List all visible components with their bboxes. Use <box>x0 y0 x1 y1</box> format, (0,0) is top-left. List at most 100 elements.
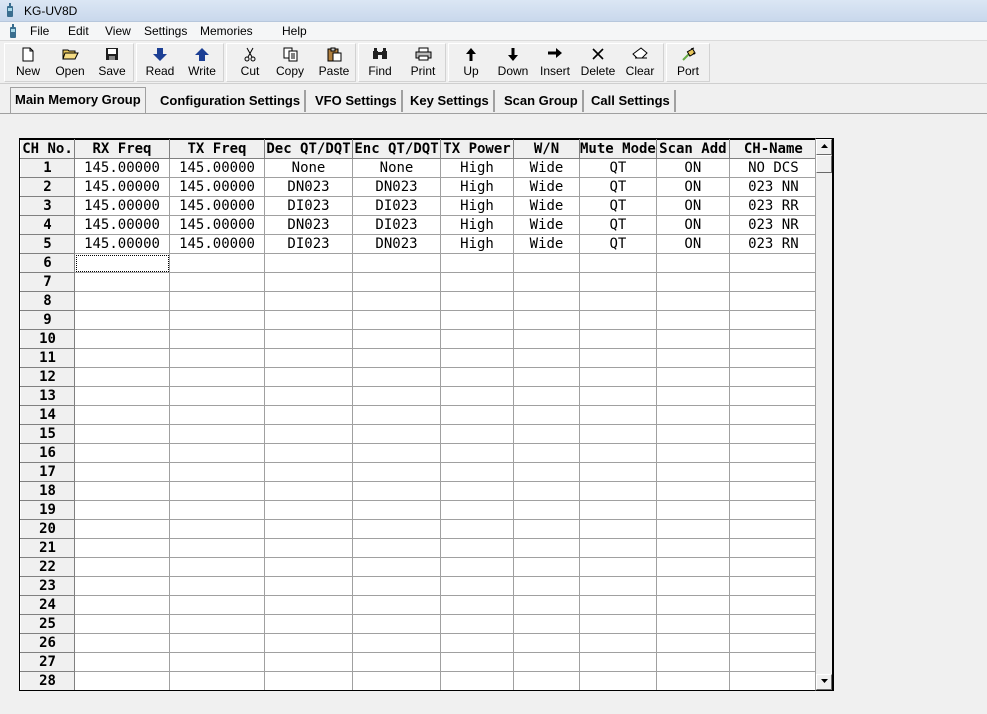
cell-enc-qt[interactable]: DN023 <box>352 177 441 197</box>
cell-tx-freq[interactable] <box>169 576 265 596</box>
cell-wn[interactable] <box>513 386 580 406</box>
cell-enc-qt[interactable] <box>352 557 441 577</box>
cell-mute-mode[interactable] <box>579 633 657 653</box>
cell-wn[interactable]: Wide <box>513 158 580 178</box>
cell-mute-mode[interactable]: QT <box>579 177 657 197</box>
cell-tx-power[interactable] <box>440 291 514 311</box>
tab-call-settings[interactable]: Call Settings <box>587 90 676 112</box>
cell-tx-freq[interactable] <box>169 367 265 387</box>
cell-wn[interactable] <box>513 291 580 311</box>
cell-enc-qt[interactable]: DI023 <box>352 196 441 216</box>
cell-ch-name[interactable] <box>728 500 818 520</box>
cell-wn[interactable] <box>513 443 580 463</box>
cell-tx-power[interactable]: High <box>440 196 514 216</box>
cell-tx-power[interactable] <box>440 443 514 463</box>
cell-wn[interactable] <box>513 538 580 558</box>
cell-tx-power[interactable] <box>440 386 514 406</box>
cell-mute-mode[interactable]: QT <box>579 215 657 235</box>
print-button[interactable]: Print <box>401 44 445 80</box>
tab-main-memory-group[interactable]: Main Memory Group <box>10 87 146 113</box>
cell-tx-freq[interactable] <box>169 462 265 482</box>
down-button[interactable]: Down <box>491 44 535 80</box>
cell-rx-freq[interactable] <box>74 633 170 653</box>
up-button[interactable]: Up <box>449 44 493 80</box>
cell-tx-power[interactable] <box>440 348 514 368</box>
cell-mute-mode[interactable] <box>579 481 657 501</box>
cell-rx-freq[interactable] <box>74 386 170 406</box>
scroll-thumb[interactable] <box>816 155 832 173</box>
cell-rx-freq[interactable] <box>74 576 170 596</box>
row-header-ch-no[interactable]: 3 <box>20 196 75 216</box>
cell-mute-mode[interactable] <box>579 348 657 368</box>
cell-rx-freq[interactable] <box>74 595 170 615</box>
cell-enc-qt[interactable]: DI023 <box>352 215 441 235</box>
cell-rx-freq[interactable] <box>74 671 170 690</box>
row-header-ch-no[interactable]: 10 <box>20 329 75 349</box>
tab-configuration-settings[interactable]: Configuration Settings <box>156 90 307 112</box>
cell-scan-add[interactable] <box>655 671 730 690</box>
cell-tx-power[interactable] <box>440 310 514 330</box>
cell-ch-name[interactable] <box>728 481 818 501</box>
cell-tx-power[interactable] <box>440 595 514 615</box>
cell-tx-power[interactable] <box>440 557 514 577</box>
cell-mute-mode[interactable] <box>579 405 657 425</box>
row-header-ch-no[interactable]: 23 <box>20 576 75 596</box>
scroll-up-button[interactable] <box>816 139 832 155</box>
row-header-ch-no[interactable]: 15 <box>20 424 75 444</box>
save-button[interactable]: Save <box>90 44 134 80</box>
row-header-ch-no[interactable]: 6 <box>20 253 75 273</box>
cell-tx-freq[interactable]: 145.00000 <box>169 234 265 254</box>
cell-ch-name[interactable]: 023 NR <box>728 215 818 235</box>
cell-rx-freq[interactable] <box>74 405 170 425</box>
cell-dec-qt[interactable] <box>264 348 353 368</box>
cell-scan-add[interactable] <box>655 424 730 444</box>
cell-mute-mode[interactable] <box>579 652 657 672</box>
cell-scan-add[interactable] <box>655 443 730 463</box>
cell-tx-power[interactable] <box>440 405 514 425</box>
cut-button[interactable]: Cut <box>228 44 272 80</box>
cell-rx-freq[interactable] <box>74 652 170 672</box>
cell-tx-freq[interactable]: 145.00000 <box>169 215 265 235</box>
cell-tx-freq[interactable] <box>169 652 265 672</box>
cell-dec-qt[interactable] <box>264 405 353 425</box>
open-button[interactable]: Open <box>48 44 92 80</box>
cell-enc-qt[interactable] <box>352 633 441 653</box>
cell-tx-freq[interactable] <box>169 500 265 520</box>
new-button[interactable]: New <box>6 44 50 80</box>
cell-wn[interactable]: Wide <box>513 215 580 235</box>
cell-tx-freq[interactable] <box>169 538 265 558</box>
cell-rx-freq[interactable] <box>74 348 170 368</box>
tab-key-settings[interactable]: Key Settings <box>406 90 495 112</box>
cell-scan-add[interactable] <box>655 462 730 482</box>
cell-scan-add[interactable] <box>655 386 730 406</box>
cell-enc-qt[interactable] <box>352 348 441 368</box>
cell-wn[interactable] <box>513 462 580 482</box>
col-header-mute-mode[interactable]: Mute Mode <box>579 139 657 159</box>
cell-rx-freq[interactable] <box>74 614 170 634</box>
cell-tx-freq[interactable]: 145.00000 <box>169 196 265 216</box>
cell-rx-freq[interactable]: 145.00000 <box>74 196 170 216</box>
cell-ch-name[interactable] <box>728 633 818 653</box>
cell-wn[interactable] <box>513 405 580 425</box>
cell-ch-name[interactable] <box>728 462 818 482</box>
cell-ch-name[interactable] <box>728 405 818 425</box>
cell-wn[interactable]: Wide <box>513 196 580 216</box>
cell-wn[interactable] <box>513 595 580 615</box>
cell-wn[interactable] <box>513 481 580 501</box>
cell-enc-qt[interactable] <box>352 519 441 539</box>
cell-dec-qt[interactable] <box>264 652 353 672</box>
cell-tx-power[interactable] <box>440 481 514 501</box>
cell-dec-qt[interactable] <box>264 462 353 482</box>
tab-scan-group[interactable]: Scan Group <box>500 90 584 112</box>
cell-scan-add[interactable] <box>655 652 730 672</box>
cell-mute-mode[interactable] <box>579 367 657 387</box>
cell-dec-qt[interactable] <box>264 614 353 634</box>
cell-enc-qt[interactable] <box>352 652 441 672</box>
cell-dec-qt[interactable] <box>264 253 353 273</box>
row-header-ch-no[interactable]: 13 <box>20 386 75 406</box>
cell-tx-freq[interactable] <box>169 253 265 273</box>
cell-mute-mode[interactable] <box>579 291 657 311</box>
cell-ch-name[interactable] <box>728 595 818 615</box>
col-header-tx-freq[interactable]: TX Freq <box>169 139 265 159</box>
row-header-ch-no[interactable]: 24 <box>20 595 75 615</box>
